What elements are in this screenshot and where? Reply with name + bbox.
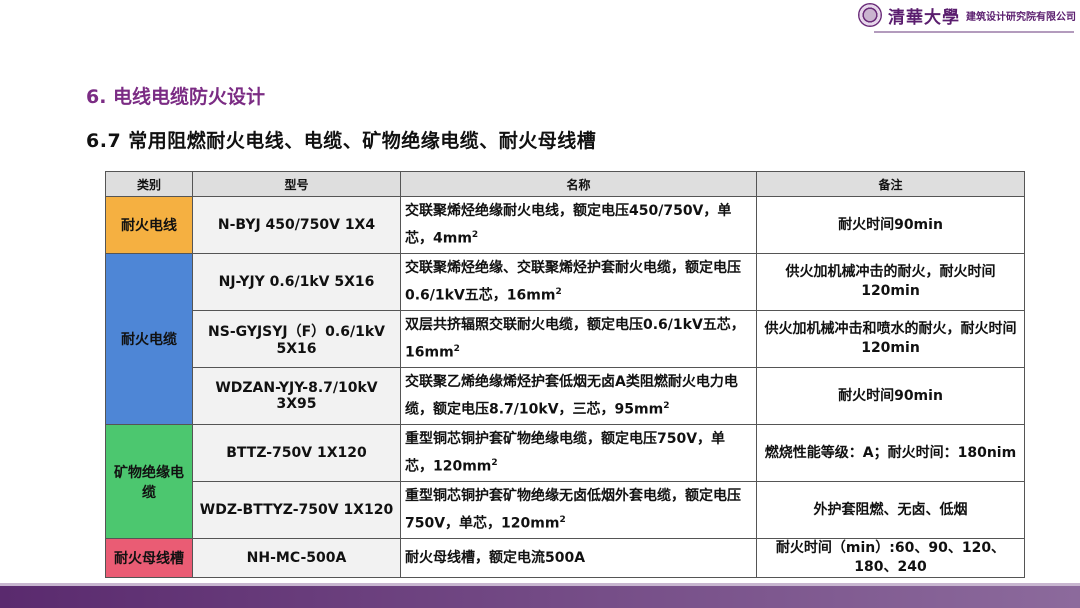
name-cell: 重型铜芯铜护套矿物绝缘无卤低烟外套电缆，额定电压750V，单芯，120mm2 (400, 481, 757, 539)
model-cell: NH-MC-500A (192, 538, 401, 578)
category-wire: 耐火电线 (105, 196, 193, 254)
section-title: 6. 电线电缆防火设计 (86, 86, 266, 108)
footer-bar (0, 586, 1080, 608)
name-cell: 交联聚烯烃绝缘、交联聚烯烃护套耐火电缆，额定电压0.6/1kV五芯，16mm2 (400, 253, 757, 311)
name-cell: 双层共挤辐照交联耐火电缆，额定电压0.6/1kV五芯，16mm2 (400, 310, 757, 368)
category-cable: 耐火电缆 (105, 253, 193, 425)
note-cell: 供火加机械冲击的耐火，耐火时间120min (756, 253, 1025, 311)
name-cell: 交联聚烯烃绝缘耐火电线，额定电压450/750V，单芯，4mm2 (400, 196, 757, 254)
table-row: 矿物绝缘电缆 BTTZ-750V 1X120 重型铜芯铜护套矿物绝缘电缆，额定电… (105, 424, 1025, 539)
logo-university-name: 清華大學 (888, 7, 960, 28)
name-cell: 重型铜芯铜护套矿物绝缘电缆，额定电压750V，单芯，120mm2 (400, 424, 757, 482)
table-row: 耐火电缆 NJ-YJY 0.6/1kV 5X16 交联聚烯烃绝缘、交联聚烯烃护套… (105, 253, 1025, 425)
header-divider (874, 31, 1074, 33)
note-cell: 燃烧性能等级：A；耐火时间：180nim (756, 424, 1025, 482)
logo-organization: 建筑设计研究院有限公司 (966, 11, 1076, 23)
note-cell: 耐火时间90min (756, 367, 1025, 425)
model-cell: NS-GYJSYJ（F）0.6/1kV 5X16 (192, 310, 401, 368)
column-header-category: 类别 (105, 171, 193, 197)
page-title: 6.7 常用阻燃耐火电线、电缆、矿物绝缘电缆、耐火母线槽 (86, 130, 597, 152)
model-cell: WDZAN-YJY-8.7/10kV 3X95 (192, 367, 401, 425)
table-header-row: 类别 型号 名称 备注 (105, 171, 1025, 197)
category-busway: 耐火母线槽 (105, 538, 193, 578)
name-cell: 交联聚乙烯绝缘烯烃护套低烟无卤A类阻燃耐火电力电缆，额定电压8.7/10kV，三… (400, 367, 757, 425)
table-row: WDZ-BTTYZ-750V 1X120 重型铜芯铜护套矿物绝缘无卤低烟外套电缆… (106, 481, 1025, 539)
model-cell: N-BYJ 450/750V 1X4 (192, 196, 401, 254)
column-header-name: 名称 (400, 171, 757, 197)
table-row: 耐火电线 N-BYJ 450/750V 1X4 交联聚烯烃绝缘耐火电线，额定电压… (105, 196, 1025, 254)
column-header-model: 型号 (192, 171, 401, 197)
table-row: 耐火母线槽 NH-MC-500A 耐火母线槽，额定电流500A 耐火时间（min… (105, 538, 1025, 578)
table-row: WDZAN-YJY-8.7/10kV 3X95 交联聚乙烯绝缘烯烃护套低烟无卤A… (106, 367, 1025, 425)
note-cell: 供火加机械冲击和喷水的耐火，耐火时间120min (756, 310, 1025, 368)
column-header-note: 备注 (756, 171, 1025, 197)
model-cell: WDZ-BTTYZ-750V 1X120 (192, 481, 401, 539)
cable-table: 类别 型号 名称 备注 耐火电线 N-BYJ 450/750V 1X4 交联聚烯… (105, 171, 1025, 578)
name-cell: 耐火母线槽，额定电流500A (400, 538, 757, 578)
note-cell: 耐火时间90min (756, 196, 1025, 254)
logo: 清華大學 建筑设计研究院有限公司 (858, 2, 1076, 28)
category-mineral: 矿物绝缘电缆 (105, 424, 193, 539)
note-cell: 耐火时间（min）:60、90、120、180、240 (756, 538, 1025, 578)
model-cell: NJ-YJY 0.6/1kV 5X16 (192, 253, 401, 311)
model-cell: BTTZ-750V 1X120 (192, 424, 401, 482)
university-seal-icon (858, 3, 882, 27)
table-row: NS-GYJSYJ（F）0.6/1kV 5X16 双层共挤辐照交联耐火电缆，额定… (106, 310, 1025, 368)
note-cell: 外护套阻燃、无卤、低烟 (756, 481, 1025, 539)
